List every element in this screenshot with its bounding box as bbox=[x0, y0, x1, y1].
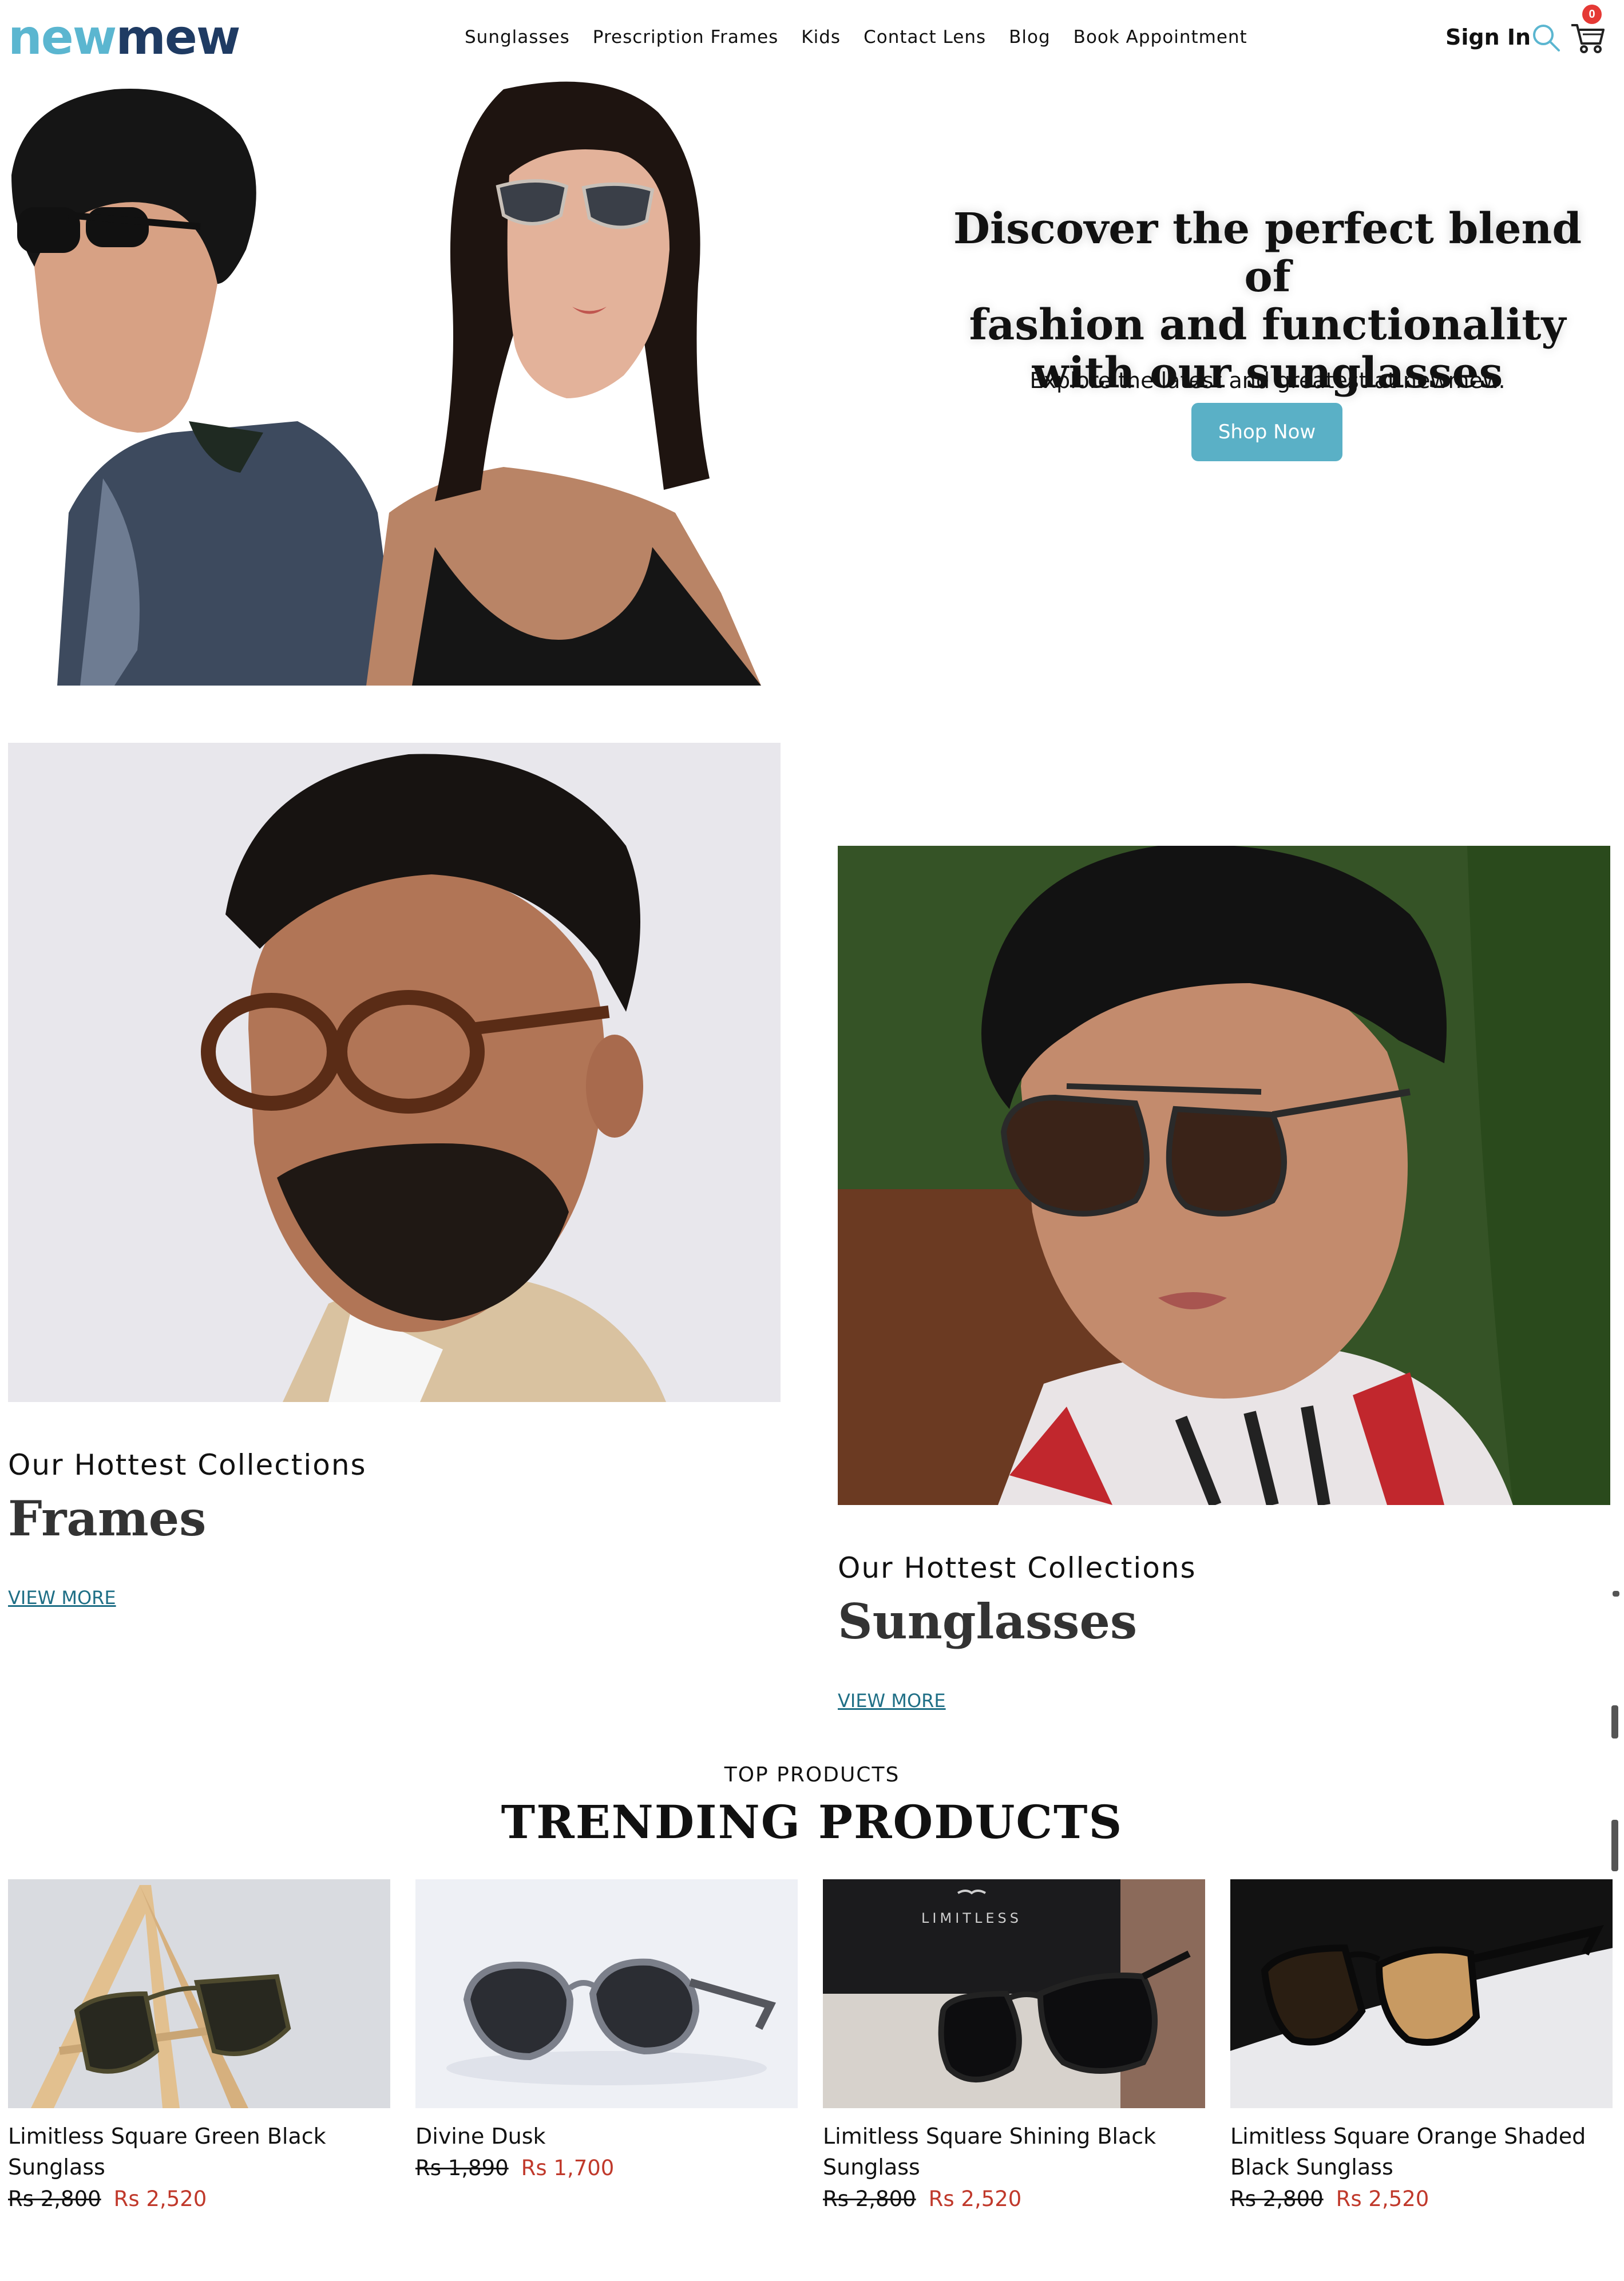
frames-collection-kicker: Our Hottest Collections bbox=[8, 1448, 367, 1482]
product-name[interactable]: Limitless Square Shining Black Sunglass bbox=[823, 2121, 1205, 2183]
product-sale-price: Rs 2,520 bbox=[928, 2187, 1022, 2211]
product-card[interactable]: Divine Dusk Rs 1,890 Rs 1,700 bbox=[415, 1879, 798, 2183]
brand-logo[interactable]: newmew bbox=[8, 6, 240, 69]
product-card[interactable]: Limitless Square Orange Shaded Black Sun… bbox=[1230, 1879, 1613, 2213]
product-sale-price: Rs 2,520 bbox=[113, 2187, 207, 2211]
nav-blog[interactable]: Blog bbox=[997, 23, 1062, 52]
nav-sunglasses[interactable]: Sunglasses bbox=[453, 23, 581, 52]
sunglasses-collection-title: Sunglasses bbox=[838, 1593, 1138, 1650]
cart-count-badge: 0 bbox=[1582, 5, 1602, 24]
frames-collection-image[interactable] bbox=[8, 743, 781, 1402]
product-old-price: Rs 2,800 bbox=[1230, 2187, 1324, 2211]
product-old-price: Rs 2,800 bbox=[823, 2187, 916, 2211]
product-name[interactable]: Limitless Square Green Black Sunglass bbox=[8, 2121, 390, 2183]
hero-heading-line-2: fashion and functionality bbox=[969, 300, 1566, 350]
shop-now-button[interactable]: Shop Now bbox=[1191, 403, 1342, 461]
product-price: Rs 2,800 Rs 2,520 bbox=[823, 2185, 1205, 2213]
frames-collection-title: Frames bbox=[8, 1490, 207, 1547]
product-sale-price: Rs 2,520 bbox=[1336, 2187, 1429, 2211]
nav-contact-lens[interactable]: Contact Lens bbox=[852, 23, 997, 52]
logo-part-1: new bbox=[8, 9, 117, 65]
product-card[interactable]: LIMITLESS Limitless Square Shining Black… bbox=[823, 1879, 1205, 2213]
cart-icon[interactable] bbox=[1569, 21, 1606, 55]
search-icon[interactable] bbox=[1531, 23, 1561, 53]
nav-kids[interactable]: Kids bbox=[790, 23, 852, 52]
sunglasses-collection-kicker: Our Hottest Collections bbox=[838, 1551, 1197, 1585]
product-image[interactable] bbox=[415, 1879, 798, 2108]
product-card[interactable]: Limitless Square Green Black Sunglass Rs… bbox=[8, 1879, 390, 2213]
scrollbar-thumb[interactable] bbox=[1611, 1705, 1618, 1739]
main-nav: Sunglasses Prescription Frames Kids Cont… bbox=[453, 23, 1259, 52]
product-image[interactable] bbox=[1230, 1879, 1613, 2108]
product-old-price: Rs 2,800 bbox=[8, 2187, 101, 2211]
product-image[interactable] bbox=[8, 1879, 390, 2108]
trending-products-title: TRENDING PRODUCTS bbox=[501, 1795, 1123, 1849]
box-brand-text: LIMITLESS bbox=[921, 1910, 1022, 1926]
product-price: Rs 2,800 Rs 2,520 bbox=[1230, 2185, 1613, 2213]
product-sale-price: Rs 1,700 bbox=[521, 2156, 615, 2180]
nav-book-appointment[interactable]: Book Appointment bbox=[1062, 23, 1259, 52]
sign-in-link[interactable]: Sign In bbox=[1445, 22, 1531, 53]
product-name[interactable]: Limitless Square Orange Shaded Black Sun… bbox=[1230, 2121, 1613, 2183]
hero-heading-line-1: Discover the perfect blend of bbox=[953, 204, 1582, 302]
hero-subheading: Explore the latest and greatest at newme… bbox=[1029, 368, 1506, 393]
product-name[interactable]: Divine Dusk bbox=[415, 2121, 798, 2152]
hero-image bbox=[0, 78, 813, 686]
product-price: Rs 1,890 Rs 1,700 bbox=[415, 2154, 798, 2183]
logo-part-2: mew bbox=[116, 9, 240, 65]
product-old-price: Rs 1,890 bbox=[415, 2156, 509, 2180]
product-price: Rs 2,800 Rs 2,520 bbox=[8, 2185, 390, 2213]
scrollbar-mark[interactable] bbox=[1613, 1591, 1619, 1597]
product-image[interactable]: LIMITLESS bbox=[823, 1879, 1205, 2108]
top-products-kicker: TOP PRODUCTS bbox=[724, 1763, 900, 1787]
sunglasses-collection-image[interactable] bbox=[838, 846, 1610, 1505]
frames-view-more-link[interactable]: VIEW MORE bbox=[8, 1585, 116, 1610]
nav-prescription-frames[interactable]: Prescription Frames bbox=[581, 23, 790, 52]
sunglasses-view-more-link[interactable]: VIEW MORE bbox=[838, 1688, 946, 1713]
